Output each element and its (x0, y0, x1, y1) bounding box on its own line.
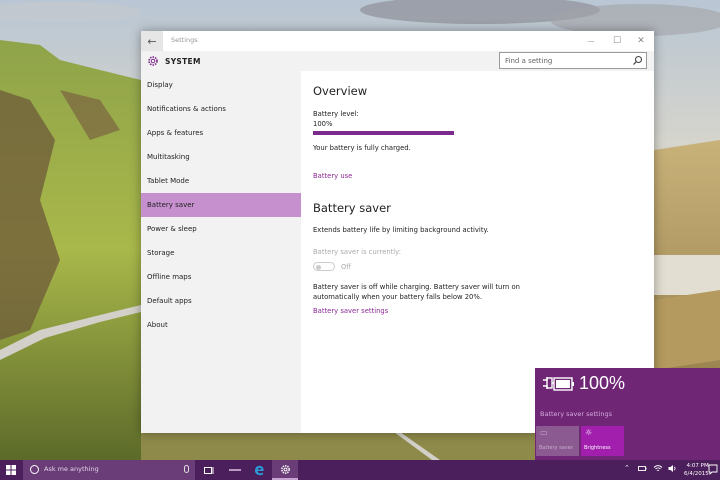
battery-use-link[interactable]: Battery use (313, 172, 352, 180)
sidebar-item-multitasking[interactable]: Multitasking (141, 145, 301, 169)
battery-saver-heading: Battery saver (313, 201, 391, 215)
microphone-icon[interactable] (184, 465, 189, 473)
sidebar-item-label: About (147, 321, 168, 329)
sidebar-item-label: Power & sleep (147, 225, 197, 233)
battery-saver-note-line1: Battery saver is off while charging. Bat… (313, 283, 520, 291)
taskbar-app-placeholder[interactable] (222, 460, 248, 480)
tray-battery-icon[interactable] (638, 464, 647, 473)
maximize-button[interactable]: ☐ (607, 34, 627, 48)
start-button[interactable] (0, 460, 22, 480)
windows-logo-icon (6, 465, 16, 475)
sidebar-item-label: Multitasking (147, 153, 190, 161)
sidebar-item-offline-maps[interactable]: Offline maps (141, 265, 301, 289)
brightness-icon: ☼ (585, 428, 593, 437)
sidebar-item-label: Default apps (147, 297, 192, 305)
battery-saver-settings-link[interactable]: Battery saver settings (313, 307, 388, 315)
battery-level-fill (313, 131, 454, 135)
sidebar-item-label: Display (147, 81, 173, 89)
back-button[interactable]: ← (141, 31, 163, 51)
sidebar-nav: Display Notifications & actions Apps & f… (141, 73, 301, 337)
sidebar-item-display[interactable]: Display (141, 73, 301, 97)
battery-saver-note-line2: automatically when your battery falls be… (313, 293, 482, 301)
sidebar-item-about[interactable]: About (141, 313, 301, 337)
action-center-icon (708, 464, 718, 476)
app-indicator-icon (229, 469, 241, 471)
battery-saver-icon: ▭ (540, 428, 548, 437)
cortana-search-box[interactable]: Ask me anything (23, 460, 195, 480)
clock-time: 4:07 PM (686, 463, 709, 469)
battery-level-label: Battery level: (313, 110, 359, 118)
search-input[interactable]: Find a setting (499, 52, 647, 69)
back-arrow-icon: ← (147, 34, 157, 48)
volume-icon[interactable] (668, 464, 677, 473)
sidebar-item-notifications[interactable]: Notifications & actions (141, 97, 301, 121)
minimize-icon: — (587, 37, 595, 45)
taskbar: Ask me anything ⌃ 4:07 PM 6/4/2015 (0, 460, 720, 480)
system-label: SYSTEM (165, 56, 201, 66)
show-hidden-icons-icon[interactable]: ⌃ (624, 464, 630, 472)
settings-taskbar-button[interactable] (272, 460, 298, 480)
task-view-icon (203, 466, 213, 474)
cortana-icon (30, 465, 39, 474)
sidebar-item-label: Notifications & actions (147, 105, 226, 113)
sidebar-item-label: Tablet Mode (147, 177, 190, 185)
toggle-knob (316, 264, 321, 270)
minimize-button[interactable]: — (581, 34, 601, 48)
window-title: Settings (171, 36, 198, 44)
battery-flyout: 100% Battery saver settings ▭ Battery sa… (535, 368, 720, 460)
search-placeholder: Find a setting (505, 57, 553, 65)
battery-saver-tile-label: Battery saver (539, 445, 573, 451)
system-header: SYSTEM (141, 51, 301, 71)
brightness-tile-label: Brightness (584, 445, 611, 451)
battery-level-value: 100% (313, 120, 333, 128)
edge-icon (255, 465, 264, 476)
flyout-battery-saver-settings-link[interactable]: Battery saver settings (540, 410, 612, 418)
sidebar-item-tablet-mode[interactable]: Tablet Mode (141, 169, 301, 193)
sidebar-item-label: Storage (147, 249, 175, 257)
cortana-search-placeholder: Ask me anything (44, 465, 99, 473)
gear-icon (148, 56, 158, 66)
sidebar-item-storage[interactable]: Storage (141, 241, 301, 265)
notifications-button[interactable] (708, 464, 718, 476)
edge-browser-button[interactable] (246, 460, 272, 480)
sidebar-item-label: Offline maps (147, 273, 192, 281)
battery-level-bar (313, 131, 454, 135)
sidebar-item-label: Apps & features (147, 129, 204, 137)
brightness-tile[interactable]: ☼ Brightness (581, 426, 624, 456)
battery-status: Your battery is fully charged. (313, 144, 411, 152)
battery-saver-toggle[interactable] (313, 262, 335, 271)
search-icon (633, 55, 643, 65)
flyout-battery-percent: 100% (579, 373, 626, 393)
battery-charging-icon (543, 377, 574, 391)
maximize-icon: ☐ (612, 36, 622, 46)
sidebar: SYSTEM Display Notifications & actions A… (141, 51, 301, 433)
battery-saver-currently-label: Battery saver is currently: (313, 248, 401, 256)
sidebar-item-default-apps[interactable]: Default apps (141, 289, 301, 313)
title-bar: ← Settings — ☐ ✕ (141, 31, 654, 51)
close-button[interactable]: ✕ (631, 34, 651, 48)
wifi-icon[interactable] (653, 464, 663, 473)
system-clock[interactable]: 4:07 PM 6/4/2015 (684, 462, 709, 478)
overview-heading: Overview (313, 84, 368, 98)
sidebar-item-power-sleep[interactable]: Power & sleep (141, 217, 301, 241)
toggle-state-label: Off (341, 263, 352, 271)
settings-gear-icon (280, 464, 290, 474)
close-icon: ✕ (637, 36, 645, 46)
sidebar-item-apps[interactable]: Apps & features (141, 121, 301, 145)
battery-saver-description: Extends battery life by limiting backgro… (313, 226, 489, 234)
sidebar-item-battery-saver[interactable]: Battery saver (141, 193, 301, 217)
sidebar-item-label: Battery saver (147, 201, 195, 209)
battery-saver-tile[interactable]: ▭ Battery saver (536, 426, 579, 456)
clock-date: 6/4/2015 (684, 471, 709, 477)
task-view-button[interactable] (196, 460, 222, 480)
